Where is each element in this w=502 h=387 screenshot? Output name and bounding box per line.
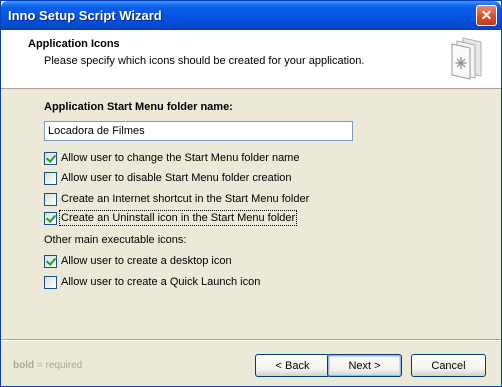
folder-name-label: Application Start Menu folder name: (44, 101, 233, 113)
checkbox-label: Allow user to create a Quick Launch icon (61, 276, 261, 288)
checkbox-label: Create an Uninstall icon in the Start Me… (58, 210, 298, 226)
checkbox[interactable] (44, 275, 57, 289)
content-area: Application Start Menu folder name: Allo… (1, 89, 501, 339)
option-uninstall-icon[interactable]: Create an Uninstall icon in the Start Me… (44, 210, 298, 226)
checkbox-label: Create an Internet shortcut in the Start… (61, 193, 310, 205)
wizard-window: Inno Setup Script Wizard ✕ Application I… (0, 0, 502, 387)
wizard-header: Application Icons Please specify which i… (1, 30, 501, 89)
footer-divider (1, 339, 501, 341)
checkbox-label: Allow user to create a desktop icon (61, 255, 232, 267)
page-title: Application Icons (28, 38, 120, 50)
close-button[interactable]: ✕ (476, 5, 497, 26)
wizard-page-icon (451, 37, 482, 80)
cancel-button[interactable]: Cancel (411, 354, 486, 377)
option-disable-folder[interactable]: Allow user to disable Start Menu folder … (44, 171, 292, 185)
page-subtitle: Please specify which icons should be cre… (44, 55, 365, 67)
option-quick-launch-icon[interactable]: Allow user to create a Quick Launch icon (44, 275, 260, 289)
checkbox[interactable] (44, 211, 57, 225)
required-legend: bold = required (13, 360, 82, 371)
checkbox[interactable] (44, 254, 57, 268)
option-internet-shortcut[interactable]: Create an Internet shortcut in the Start… (44, 192, 309, 206)
legend-bold: bold (13, 360, 35, 371)
checkbox[interactable] (44, 151, 57, 165)
checkbox[interactable] (44, 192, 57, 206)
close-icon: ✕ (480, 7, 493, 23)
checkbox-label: Allow user to change the Start Menu fold… (61, 152, 300, 164)
window-title: Inno Setup Script Wizard (8, 8, 162, 23)
legend-text: = required (34, 360, 83, 371)
next-button[interactable]: Next > (327, 354, 402, 377)
title-bar[interactable]: Inno Setup Script Wizard ✕ (1, 1, 501, 30)
other-icons-label: Other main executable icons: (44, 234, 187, 246)
checkbox-label: Allow user to disable Start Menu folder … (61, 172, 292, 184)
back-button[interactable]: < Back (255, 354, 330, 377)
checkbox[interactable] (44, 171, 57, 185)
folder-name-input[interactable] (44, 121, 353, 141)
option-change-folder[interactable]: Allow user to change the Start Menu fold… (44, 151, 299, 165)
option-desktop-icon[interactable]: Allow user to create a desktop icon (44, 254, 232, 268)
